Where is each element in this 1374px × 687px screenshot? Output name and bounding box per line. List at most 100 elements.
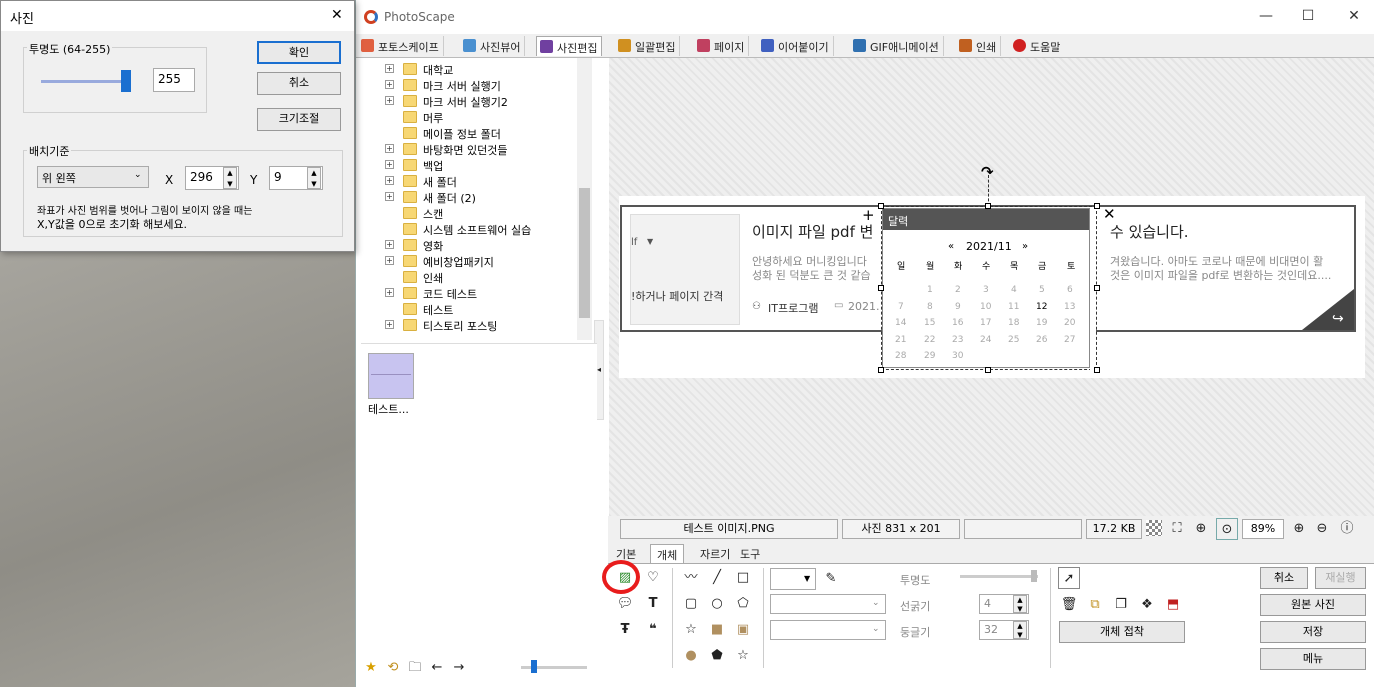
y-spinner[interactable]: ▲ ▼ [307, 167, 321, 189]
scrollbar-thumb[interactable] [579, 188, 590, 318]
group-icon[interactable]: ❖ [1136, 594, 1158, 616]
calendar-day[interactable]: 29 [924, 351, 935, 361]
resize-handle[interactable] [1094, 203, 1100, 209]
freehand-icon[interactable]: 〰 [680, 567, 702, 589]
expand-icon[interactable]: + [385, 64, 394, 73]
filled-star-icon[interactable]: ☆ [732, 645, 754, 667]
expand-icon[interactable]: + [385, 320, 394, 329]
expand-icon[interactable]: + [385, 80, 394, 89]
calendar-day[interactable]: 7 [898, 302, 904, 312]
calendar-day[interactable]: 13 [1064, 302, 1075, 312]
tree-item[interactable]: + 마크 서버 실행기 [361, 77, 581, 93]
collapse-arrow-icon[interactable]: ◂ [597, 365, 601, 374]
color-dropdown-icon[interactable]: ▼ [804, 574, 810, 583]
calendar-day[interactable]: 23 [952, 335, 963, 345]
calendar-day[interactable]: 30 [952, 351, 963, 361]
insert-icon-icon[interactable]: ♡ [642, 567, 664, 589]
tree-item[interactable]: 시스템 소프트웨어 실습 [361, 221, 581, 237]
tab-photoscape[interactable]: 포토스케이프 [358, 36, 444, 56]
tab-crop[interactable]: 자르기 [694, 544, 736, 563]
tree-item[interactable]: + 예비창업패키지 [361, 253, 581, 269]
calendar-day[interactable]: 26 [1036, 335, 1047, 345]
zoom-actual-icon[interactable]: ⊕ [1190, 518, 1212, 540]
calendar-day[interactable]: 12 [1036, 302, 1047, 312]
insert-image-icon[interactable]: ▨ [614, 567, 636, 589]
resize-handle[interactable] [878, 367, 884, 373]
tree-item[interactable]: + 마크 서버 실행기2 [361, 93, 581, 109]
dialog-cancel-button[interactable]: 취소 [257, 72, 341, 95]
calendar-day[interactable]: 2 [955, 285, 961, 295]
round-spinner[interactable]: ▲ ▼ [1013, 621, 1027, 639]
expand-icon[interactable]: + [385, 256, 394, 265]
tree-item[interactable]: 메이플 정보 폴더 [361, 125, 581, 141]
dialog-close-icon[interactable]: ✕ [331, 7, 343, 23]
calendar-day[interactable]: 27 [1064, 335, 1075, 345]
zoom-in-icon[interactable]: ⊕ [1288, 518, 1310, 540]
calendar-day[interactable]: 16 [952, 318, 963, 328]
x-spinner[interactable]: ▲ ▼ [223, 167, 237, 189]
calendar-day[interactable]: 19 [1036, 318, 1047, 328]
menu-button[interactable]: 메뉴 [1260, 648, 1366, 670]
tree-item[interactable]: 머루 [361, 109, 581, 125]
calendar-day[interactable]: 24 [980, 335, 991, 345]
filled-rounded-rect-icon[interactable]: ▣ [732, 619, 754, 641]
calendar-day[interactable]: 9 [955, 302, 961, 312]
calendar-day[interactable]: 17 [980, 318, 991, 328]
tab-viewer[interactable]: 사진뷰어 [460, 36, 526, 56]
filled-pentagon-icon[interactable]: ⬟ [706, 645, 728, 667]
opacity-input[interactable]: 255 [153, 68, 195, 92]
calendar-day[interactable]: 5 [1039, 285, 1045, 295]
folder-open-icon[interactable]: 🗀 [404, 657, 426, 679]
calendar-day[interactable]: 15 [924, 318, 935, 328]
filled-rect-icon[interactable]: ■ [706, 619, 728, 641]
opacity-slider-track[interactable] [41, 80, 131, 83]
line-width-spinner[interactable]: ▲ ▼ [1013, 595, 1027, 613]
redo-button[interactable]: 재실행 [1315, 567, 1366, 589]
flatten-icon[interactable]: ⬒ [1162, 594, 1184, 616]
tab-editor[interactable]: 사진편집 [536, 36, 603, 56]
delete-object-icon[interactable]: ✕ [1103, 205, 1116, 223]
tree-item[interactable]: + 대학교 [361, 61, 581, 77]
opacity-slider-thumb[interactable] [121, 70, 131, 92]
anchor-select[interactable]: 위 왼쪽 [37, 166, 149, 188]
tab-combine[interactable]: 이어붙이기 [758, 36, 834, 56]
style-select-1[interactable] [770, 594, 886, 614]
original-photo-button[interactable]: 원본 사진 [1260, 594, 1366, 616]
info-icon[interactable]: ⓘ [1336, 518, 1358, 540]
calendar-day[interactable]: 25 [1008, 335, 1019, 345]
duplicate-icon[interactable]: ❐ [1110, 594, 1132, 616]
tree-item-selected[interactable]: 테스트 [361, 301, 581, 317]
tab-help[interactable]: 도움말 [1010, 36, 1064, 56]
calendar-day[interactable]: 10 [980, 302, 991, 312]
object-opacity-slider[interactable] [960, 575, 1038, 578]
expand-icon[interactable]: + [385, 240, 394, 249]
resize-handle[interactable] [1094, 285, 1100, 291]
circle-icon[interactable]: ○ [706, 593, 728, 615]
calendar-day[interactable]: 28 [895, 351, 906, 361]
expand-icon[interactable]: + [385, 192, 394, 201]
expand-icon[interactable]: + [385, 160, 394, 169]
zoom-fit-icon[interactable]: ⊙ [1216, 518, 1238, 540]
resize-handle[interactable] [985, 203, 991, 209]
tab-batch[interactable]: 일괄편집 [615, 36, 681, 56]
text-icon[interactable]: T [642, 593, 664, 615]
chevron-down-icon[interactable]: ⌄ [872, 624, 880, 634]
maximize-icon[interactable]: ☐ [1298, 8, 1318, 24]
rounded-rect-icon[interactable]: ▢ [680, 593, 702, 615]
calendar-day[interactable]: 1 [927, 285, 933, 295]
bring-front-icon[interactable]: ⧉ [1084, 594, 1106, 616]
style-select-2[interactable] [770, 620, 886, 640]
chevron-down-icon[interactable]: ⌄ [872, 598, 880, 608]
undo-button[interactable]: 취소 [1260, 567, 1308, 589]
tree-scrollbar[interactable] [577, 58, 592, 340]
resize-button[interactable]: 크기조절 [257, 108, 341, 131]
calendar-day[interactable]: 14 [895, 318, 906, 328]
zoom-out-icon[interactable]: ⊖ [1311, 518, 1333, 540]
tab-page[interactable]: 페이지 [694, 36, 750, 56]
star-shape-icon[interactable]: ☆ [680, 619, 702, 641]
minimize-icon[interactable]: — [1256, 8, 1276, 24]
calendar-day[interactable]: 21 [895, 335, 906, 345]
tree-item[interactable]: + 코드 테스트 [361, 285, 581, 301]
tree-item[interactable]: + 새 폴더 [361, 173, 581, 189]
anchor-dropdown-icon[interactable]: ⌄ [134, 170, 142, 180]
